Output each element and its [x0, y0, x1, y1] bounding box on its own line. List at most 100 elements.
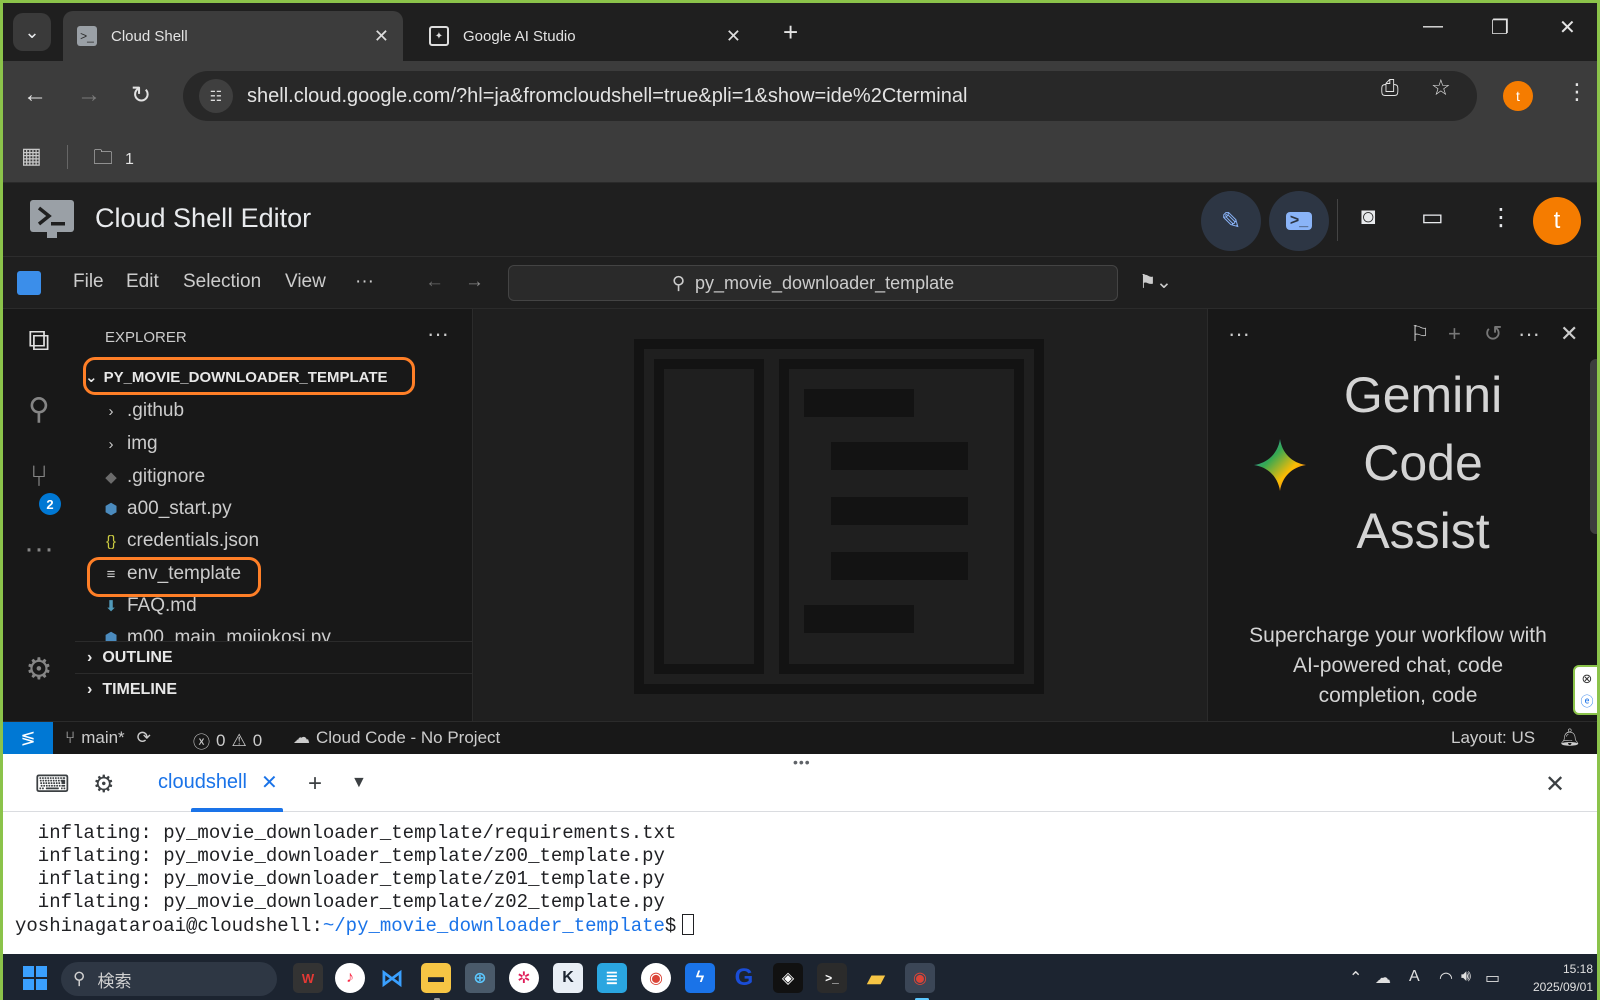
web-preview-icon[interactable]: ◙ [1361, 203, 1376, 231]
chrome-active-app-icon[interactable]: ◉ [905, 963, 935, 993]
panel-more-icon[interactable]: ··· [1228, 321, 1250, 347]
chat-feedback-icon[interactable]: ⚐ [1410, 321, 1430, 347]
nav-back-icon[interactable]: ← [425, 271, 444, 293]
close-tab-icon[interactable]: ✕ [374, 26, 389, 47]
cloud-code-status[interactable]: ☁ Cloud Code - No Project [293, 728, 500, 748]
new-tab-button[interactable]: + [783, 17, 798, 48]
chrome-app-icon[interactable]: ◉ [641, 963, 671, 993]
tab-cloud-shell[interactable]: >_ Cloud Shell ✕ [63, 11, 403, 61]
terminal-app-icon[interactable]: >_ [817, 963, 847, 993]
keyboard-icon[interactable]: ⌨ [35, 770, 70, 799]
settings-gear-icon[interactable]: ⚙ [21, 651, 57, 687]
power-automate-app-icon[interactable]: ϟ [685, 963, 715, 993]
apps-grid-icon[interactable]: ▦ [21, 143, 42, 169]
close-panel-icon[interactable]: ✕ [1560, 321, 1578, 347]
open-terminal-button[interactable]: >_ [1269, 191, 1329, 251]
floating-extension-widget[interactable]: ⊗ ⓔ [1573, 665, 1597, 715]
url-text[interactable]: shell.cloud.google.com/?hl=ja&fromclouds… [247, 85, 967, 108]
forward-icon[interactable]: → [77, 81, 101, 109]
folder-app-icon[interactable]: ▰ [861, 963, 891, 993]
menu-selection[interactable]: Selection [183, 271, 261, 293]
browser-menu-icon[interactable]: ⋮ [1566, 79, 1588, 105]
outline-section[interactable]: › OUTLINE [75, 641, 472, 673]
terminal-tab-cloudshell[interactable]: cloudshell ✕ [158, 770, 278, 795]
panel-scrollbar[interactable] [1590, 359, 1597, 534]
more-options-icon[interactable]: ⋮ [1489, 203, 1513, 232]
extension-e-icon[interactable]: ⓔ [1580, 691, 1593, 710]
slack-app-icon[interactable]: ✲ [509, 963, 539, 993]
tree-item-credentials[interactable]: {} credentials.json [99, 525, 459, 557]
minimize-icon[interactable]: — [1423, 15, 1443, 38]
install-app-icon[interactable]: ⎙ [1381, 75, 1399, 101]
remote-desktop-app-icon[interactable]: ⊕ [465, 963, 495, 993]
timeline-section[interactable]: › TIMELINE [75, 673, 472, 705]
battery-icon[interactable]: ▭ [1485, 968, 1500, 988]
close-circle-icon[interactable]: ⊗ [1582, 671, 1593, 687]
chat-toggle-icon[interactable]: ⚑⌄ [1139, 271, 1172, 294]
tab-google-ai-studio[interactable]: ✦ Google AI Studio ✕ [415, 11, 755, 61]
taskbar-clock[interactable]: 15:18 2025/09/01 [1513, 960, 1593, 996]
tree-item-github[interactable]: › .github [99, 395, 459, 427]
close-tab-icon[interactable]: ✕ [726, 26, 741, 47]
onedrive-icon[interactable]: ☁ [1375, 968, 1391, 988]
volume-icon[interactable]: 🔊︎ [1461, 968, 1471, 986]
explorer-more-icon[interactable]: ··· [427, 321, 449, 347]
history-icon[interactable]: ↺ [1484, 321, 1502, 347]
kindle-app-icon[interactable]: K [553, 963, 583, 993]
tree-item-img[interactable]: › img [99, 428, 459, 460]
more-views-icon[interactable]: ··· [21, 531, 57, 567]
branch-status[interactable]: ⑂ main* ⟳ [65, 728, 151, 748]
source-control-icon[interactable]: ⑂ [21, 459, 57, 495]
menu-more[interactable]: ··· [355, 271, 374, 293]
tree-item-faq[interactable]: ⬇ FAQ.md [99, 590, 459, 622]
command-center[interactable]: ⚲ py_movie_downloader_template [508, 265, 1118, 301]
account-avatar[interactable]: t [1533, 197, 1581, 245]
taskbar-search[interactable]: ⚲ 検索 [61, 962, 277, 996]
close-terminal-tab-icon[interactable]: ✕ [261, 770, 278, 795]
address-bar[interactable]: ☷ shell.cloud.google.com/?hl=ja&fromclou… [183, 71, 1477, 121]
winsuite-app-icon[interactable]: W [293, 963, 323, 993]
bookmark-folder[interactable]: 🗀 1 [93, 143, 134, 177]
menu-file[interactable]: File [73, 271, 104, 293]
itunes-app-icon[interactable]: ♪ [335, 963, 365, 993]
tree-item-env-template[interactable]: ≡ env_template [99, 558, 459, 590]
nav-forward-icon[interactable]: → [465, 271, 484, 293]
site-info-icon[interactable]: ☷ [199, 79, 233, 113]
terminal-output[interactable]: inflating: py_movie_downloader_template/… [3, 812, 1597, 954]
dark-app-icon[interactable]: ◈ [773, 963, 803, 993]
open-editor-button[interactable]: ✎ [1201, 191, 1261, 251]
tab-search-button[interactable]: ⌄ [13, 13, 51, 51]
panel-resize-handle[interactable]: ••• [793, 754, 811, 770]
tree-root-folder[interactable]: ⌄ PY_MOVIE_DOWNLOADER_TEMPLATE [85, 361, 388, 393]
layout-status[interactable]: Layout: US [1451, 728, 1535, 748]
editor-area[interactable] [474, 309, 1207, 721]
terminal-settings-gear-icon[interactable]: ⚙ [93, 770, 115, 799]
ime-indicator[interactable]: A [1409, 968, 1420, 986]
notepad-app-icon[interactable]: ≣ [597, 963, 627, 993]
restore-icon[interactable]: ❐ [1491, 15, 1509, 40]
add-terminal-icon[interactable]: + [308, 770, 322, 798]
problems-status[interactable]: ⓧ 0 ⚠ 0 [193, 728, 262, 753]
reload-icon[interactable]: ↻ [131, 81, 151, 110]
menu-edit[interactable]: Edit [126, 271, 159, 293]
browser-profile-avatar[interactable]: t [1503, 81, 1533, 111]
tree-item-gitignore[interactable]: ◆ .gitignore [99, 461, 459, 493]
menu-view[interactable]: View [285, 271, 326, 293]
back-icon[interactable]: ← [23, 81, 47, 109]
terminal-dropdown-icon[interactable]: ▼ [351, 774, 367, 792]
gemini-more-icon[interactable]: ··· [1518, 321, 1540, 347]
search-icon[interactable]: ⚲ [21, 391, 57, 427]
close-terminal-panel-icon[interactable]: ✕ [1545, 770, 1565, 799]
g-app-icon[interactable]: G [729, 963, 759, 993]
tree-item-a00-start[interactable]: ⬢ a00_start.py [99, 493, 459, 525]
layout-toggle-icon[interactable]: ▭ [1421, 203, 1444, 232]
remote-indicator-icon[interactable]: ≶ [3, 722, 53, 755]
notifications-bell-icon[interactable]: 🔔︎ [1559, 728, 1581, 748]
close-window-icon[interactable]: ✕ [1559, 15, 1576, 40]
bookmark-star-icon[interactable]: ☆ [1431, 75, 1451, 101]
tray-overflow-icon[interactable]: ⌃ [1349, 968, 1362, 988]
vscode-app-icon[interactable]: ⋈ [377, 963, 407, 993]
file-explorer-app-icon[interactable]: ▬ [421, 963, 451, 993]
explorer-icon[interactable]: ⧉ [21, 323, 57, 359]
wifi-icon[interactable]: ◠ [1439, 968, 1453, 988]
